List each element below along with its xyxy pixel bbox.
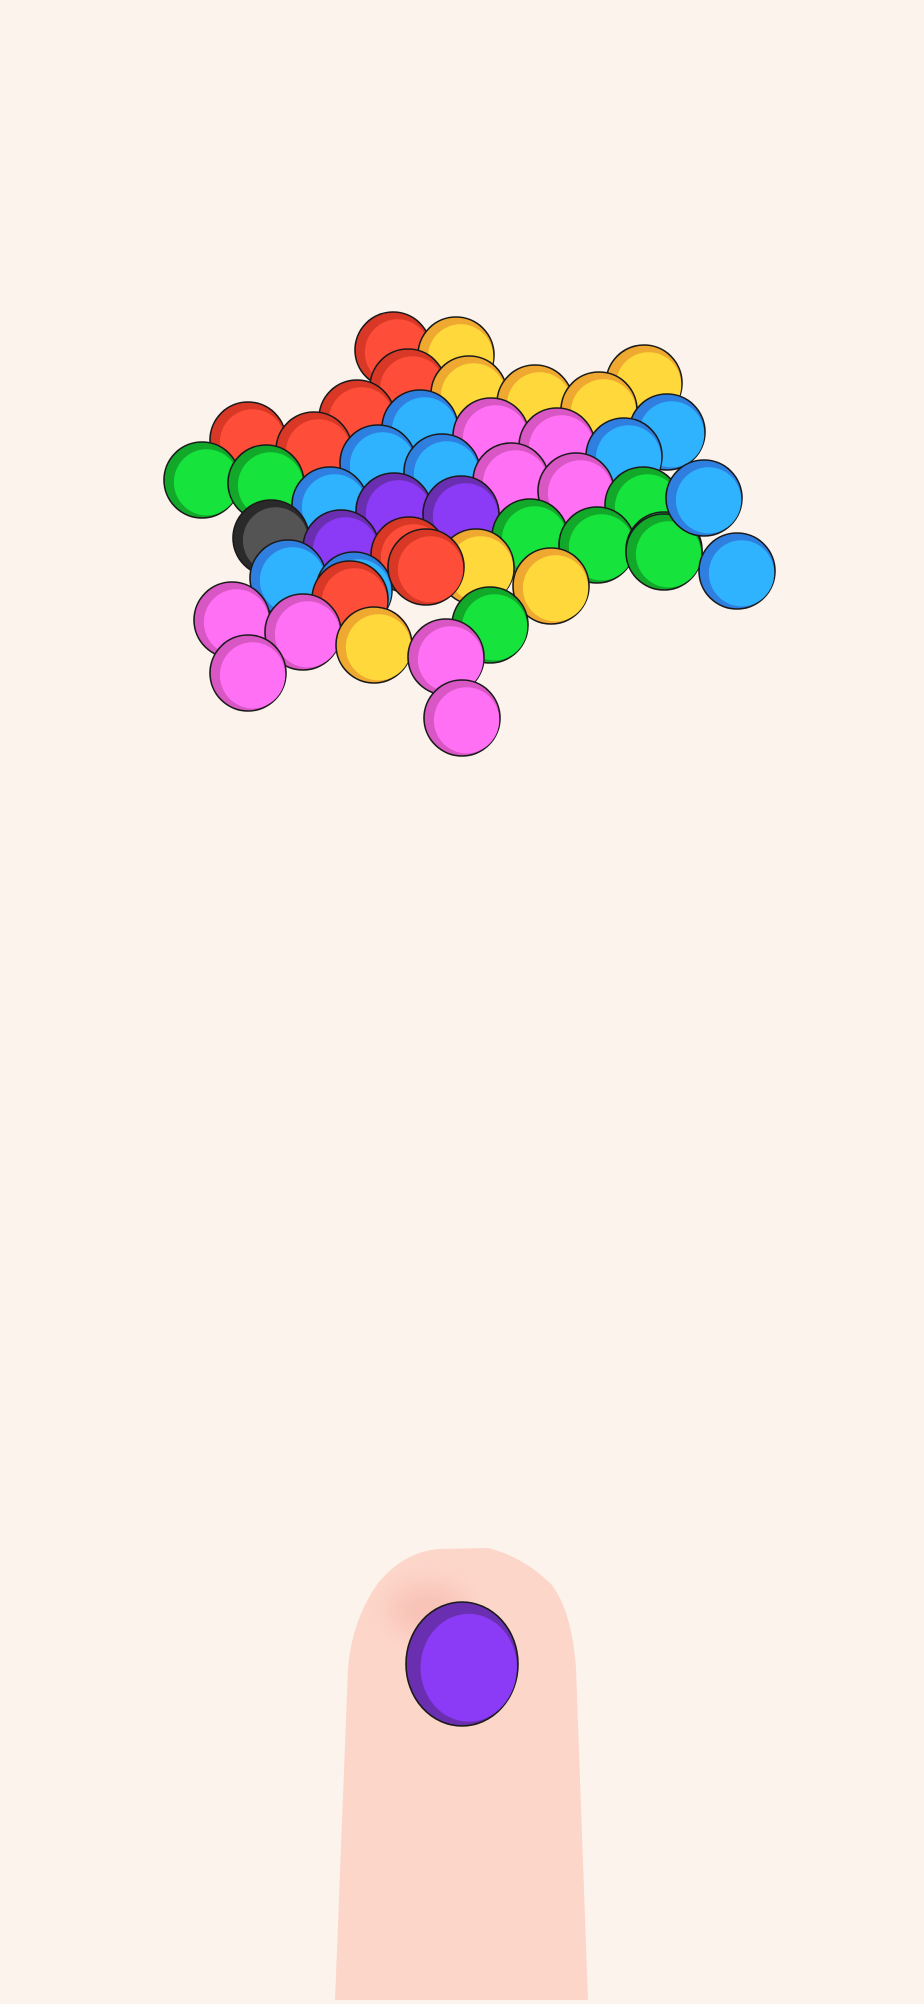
- shooter[interactable]: [335, 1548, 588, 2000]
- ball-pink: [423, 679, 501, 757]
- shooter-ball-purple: [405, 1601, 519, 1727]
- ball-red: [387, 528, 465, 606]
- shooter-ball[interactable]: [405, 1601, 519, 1727]
- game-canvas[interactable]: [0, 0, 924, 2000]
- ball-pink: [209, 634, 287, 712]
- ball-blue: [698, 532, 776, 610]
- ball-blue: [665, 459, 743, 537]
- ball-cluster: [163, 311, 776, 757]
- game-stage[interactable]: [0, 0, 924, 2000]
- ball-yellow: [335, 606, 413, 684]
